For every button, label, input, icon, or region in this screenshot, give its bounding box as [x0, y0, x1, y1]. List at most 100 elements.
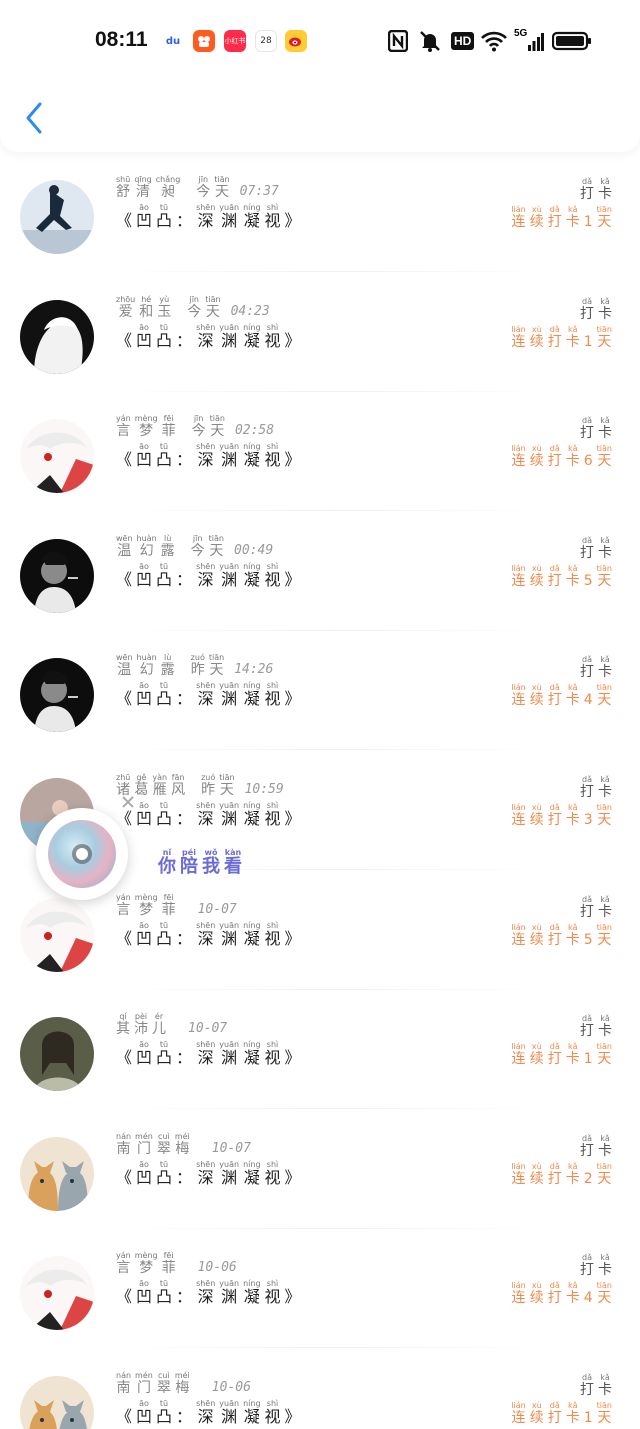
streak-char-pinyin: lián [511, 444, 526, 454]
avatar[interactable] [20, 1017, 94, 1092]
book-title[interactable]: 《 āo 凹 tū 凸 ： shēn 深 yuān 渊 níng 凝 shì 视 》 [116, 914, 305, 948]
streak-char-char: 打 [547, 692, 562, 709]
streak-char-char: 卡 [565, 1051, 580, 1068]
book-title[interactable]: 《 āo 凹 tū 凸 ： shēn 深 yuān 渊 níng 凝 shì 视 》 [116, 555, 305, 589]
list-item[interactable]: qí 其 pèi 沛 ér 儿 10-07 《 āo 凹 tū 凸 ： shēn 深 yuān 渊 níng 凝… [0, 989, 640, 1110]
avatar[interactable] [20, 180, 94, 254]
book-title-char-char: 凝 [243, 689, 260, 709]
book-title-char: yuān 渊 [219, 1040, 239, 1067]
song-char: péi 陪 [180, 848, 198, 877]
list-item[interactable]: zhōu 爱 hé 和 yù 玉 jīn 今 tiān 天 04:23 《 āo 凹 tū 凸 ： shēn 深… [0, 272, 640, 392]
calendar-app-label: 28 [260, 36, 272, 46]
checkin-label-pinyin: kǎ [600, 1253, 610, 1263]
battery-icon [552, 28, 592, 54]
avatar[interactable] [20, 1376, 94, 1429]
checkin-label-pinyin: kǎ [600, 416, 610, 426]
streak-char-pinyin: tiān [596, 683, 612, 693]
avatar[interactable] [20, 1136, 94, 1211]
streak-char-pinyin: xù [531, 444, 542, 454]
streak-char: xù 续 [530, 683, 544, 708]
user-name-pinyin: pèi [134, 1012, 148, 1022]
book-title-char-char: 凝 [243, 330, 260, 350]
book-title-char-char: 凝 [243, 569, 260, 589]
avatar[interactable] [20, 538, 94, 613]
song-char: wǒ 我 [202, 848, 220, 877]
avatar[interactable] [20, 1256, 94, 1331]
book-title[interactable]: 《 āo 凹 tū 凸 ： shēn 深 yuān 渊 níng 凝 shì 视 》 [116, 435, 305, 469]
user-name-pinyin: mén [135, 1131, 153, 1141]
baidu-app-label: du [165, 35, 181, 47]
streak-char: xù 续 [530, 444, 544, 469]
book-title-char: ： [176, 203, 192, 230]
avatar[interactable] [20, 658, 94, 733]
streak-label: lián 连 xù 续 dǎ 打 kǎ 卡 1 tiān 天 [511, 1392, 616, 1426]
day-label-pinyin: zuó [190, 653, 205, 663]
book-title-char: shì 视 [265, 562, 281, 589]
book-title-char: tū 凸 [156, 1399, 172, 1426]
book-title-char-char: 凹 [136, 689, 153, 709]
book-title-char-char: 深 [197, 1048, 214, 1068]
book-title[interactable]: 《 āo 凹 tū 凸 ： shēn 深 yuān 渊 níng 凝 shì 视 》 [116, 196, 305, 230]
back-button[interactable] [18, 96, 54, 140]
book-title-char-char: 凸 [156, 1287, 173, 1307]
close-icon[interactable] [120, 794, 136, 810]
book-title-char: yuān 渊 [219, 681, 239, 708]
book-bracket-open-char: 《 [116, 450, 133, 470]
checkin-label-pinyin: kǎ [600, 655, 610, 665]
book-title-char-char: 深 [197, 211, 214, 230]
list-item[interactable]: yán 言 mèng 梦 fēi 菲 jīn 今 tiān 天 02:58 《 āo 凹 tū 凸 ： shē… [0, 391, 640, 512]
book-title-char: níng 凝 [243, 323, 260, 350]
music-song-title[interactable]: nǐ 你 péi 陪 wǒ 我 kàn 看 [158, 848, 246, 877]
list-item[interactable]: wēn 温 huàn 幻 lù 露 zuó 昨 tiān 天 14:26 《 āo 凹 tū 凸 ： shēn… [0, 630, 640, 751]
streak-char-char: 打 [547, 572, 562, 589]
streak-char-char: 续 [529, 214, 544, 230]
user-name-pinyin: fēi [163, 1251, 174, 1261]
avatar[interactable] [20, 897, 94, 972]
music-float-button[interactable] [36, 808, 128, 900]
streak-char-char: 卡 [565, 214, 580, 230]
day-label-pinyin: tiān [208, 533, 225, 543]
book-bracket-close: 》 [285, 801, 301, 828]
list-item[interactable]: shū 舒 qīng 清 chǎng 昶 jīn 今 tiān 天 07:37 《 āo 凹 tū 凸 ： s… [0, 152, 640, 272]
book-title-char: shēn 深 [196, 562, 215, 589]
book-title[interactable]: 《 āo 凹 tū 凸 ： shēn 深 yuān 渊 níng 凝 shì 视 》 [116, 1033, 305, 1067]
book-title-char-char: 深 [197, 928, 214, 948]
streak-char: kǎ 卡 [566, 444, 580, 469]
streak-char-char: 续 [529, 692, 544, 709]
streak-label: lián 连 xù 续 dǎ 打 kǎ 卡 3 tiān 天 [511, 794, 616, 828]
book-title-char: tū 凸 [156, 1279, 172, 1306]
streak-char-pinyin: dǎ [549, 444, 560, 454]
book-title[interactable]: 《 āo 凹 tū 凸 ： shēn 深 yuān 渊 níng 凝 shì 视 》 [116, 674, 305, 708]
book-title-char: shēn 深 [196, 1399, 215, 1426]
book-bracket-close: 》 [285, 203, 301, 230]
list-item[interactable]: nán 南 mén 门 cuì 翠 méi 梅 10-07 《 āo 凹 tū 凸 ： shēn 深 yuān… [0, 1109, 640, 1229]
book-title-char-char: 凝 [243, 928, 260, 948]
streak-char: kǎ 卡 [566, 923, 580, 948]
book-title[interactable]: 《 āo 凹 tū 凸 ： shēn 深 yuān 渊 níng 凝 shì 视 》 [116, 1392, 305, 1426]
streak-char: dǎ 打 [548, 205, 562, 230]
list-item[interactable]: yán 言 mèng 梦 fēi 菲 10-06 《 āo 凹 tū 凸 ： shēn 深 yuān 渊 ní… [0, 1228, 640, 1349]
streak-char-pinyin: tiān [596, 922, 612, 932]
avatar[interactable] [20, 419, 94, 494]
book-title-char: níng 凝 [243, 1160, 260, 1187]
streak-label: lián 连 xù 续 dǎ 打 kǎ 卡 5 tiān 天 [511, 555, 616, 589]
nfc-icon [388, 28, 408, 54]
book-title-char: āo 凹 [136, 801, 152, 828]
book-title[interactable]: 《 āo 凹 tū 凸 ： shēn 深 yuān 渊 níng 凝 shì 视 》 [116, 316, 305, 350]
avatar[interactable] [20, 299, 94, 374]
streak-char-char: 卡 [565, 692, 580, 709]
list-item[interactable]: wēn 温 huàn 幻 lù 露 jīn 今 tiān 天 00:49 《 āo 凹 tū 凸 ： shēn… [0, 511, 640, 631]
book-title-char: ： [176, 562, 192, 589]
list-item[interactable]: nán 南 mén 门 cuì 翠 méi 梅 10-06 《 āo 凹 tū 凸 ： shēn 深 yuān… [0, 1348, 640, 1429]
book-title-char-char: 凝 [243, 1048, 260, 1068]
book-bracket-close-char: 》 [284, 809, 301, 828]
book-bracket-close-char: 》 [284, 569, 301, 589]
user-name-pinyin: yán [116, 1251, 131, 1261]
book-title[interactable]: 《 āo 凹 tū 凸 ： shēn 深 yuān 渊 níng 凝 shì 视 》 [116, 1272, 305, 1306]
book-title-char: ： [176, 1399, 192, 1426]
book-title-char: ： [176, 1160, 192, 1187]
book-title[interactable]: 《 āo 凹 tū 凸 ： shēn 深 yuān 渊 níng 凝 shì 视 》 [116, 1153, 305, 1187]
user-name-pinyin: zhōu [116, 294, 136, 304]
book-title[interactable]: 《 āo 凹 tū 凸 ： shēn 深 yuān 渊 níng 凝 shì 视 》 [116, 794, 305, 828]
streak-char-char: 连 [511, 1170, 526, 1187]
